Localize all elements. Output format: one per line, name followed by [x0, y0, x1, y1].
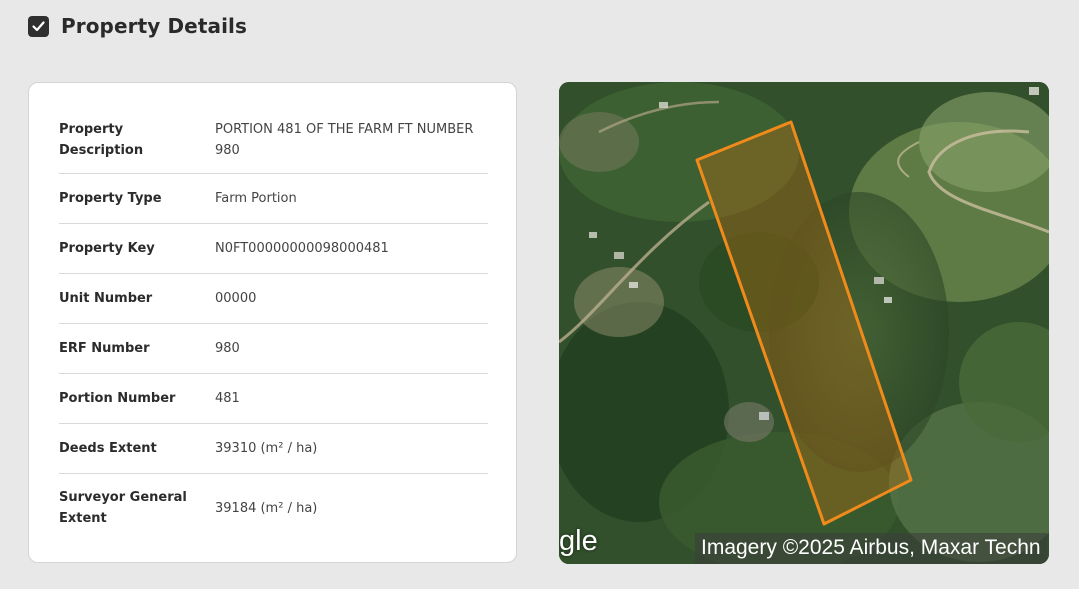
section-checkbox[interactable]: [28, 15, 49, 37]
detail-value: 00000: [215, 291, 257, 306]
detail-label: Property Description: [59, 121, 144, 158]
detail-label: Deeds Extent: [59, 441, 157, 456]
detail-label: Surveyor General Extent: [59, 490, 187, 526]
detail-value: 39184 (m² / ha): [215, 500, 318, 516]
detail-row-portion-number: Portion Number 481: [59, 374, 488, 424]
detail-label: Property Key: [59, 241, 155, 256]
detail-row-unit-number: Unit Number 00000: [59, 274, 488, 324]
detail-label: Portion Number: [59, 391, 176, 406]
detail-value: PORTION 481 OF THE FARM FT NUMBER 980: [215, 121, 474, 158]
detail-value: N0FT00000000098000481: [215, 241, 389, 256]
section-title: Property Details: [61, 14, 248, 38]
satellite-map[interactable]: gle Imagery ©2025 Airbus, Maxar Techn: [559, 82, 1049, 564]
detail-value: Farm Portion: [215, 191, 297, 206]
detail-value: 39310 (m² / ha): [215, 441, 318, 456]
check-icon: [32, 20, 45, 31]
detail-label: Unit Number: [59, 291, 153, 306]
property-details-card: Property Description PORTION 481 OF THE …: [28, 82, 517, 563]
detail-row-property-key: Property Key N0FT00000000098000481: [59, 224, 488, 274]
map-imagery: [559, 82, 1049, 564]
google-logo: gle: [559, 525, 598, 557]
detail-row-deeds-extent: Deeds Extent 39310 (m² / ha): [59, 424, 488, 474]
detail-row-property-description: Property Description PORTION 481 OF THE …: [59, 106, 488, 174]
detail-label: ERF Number: [59, 341, 150, 356]
detail-row-surveyor-general-extent: Surveyor General Extent 39184 (m² / ha): [59, 474, 488, 542]
detail-value: 980: [215, 341, 240, 356]
section-header: Property Details: [28, 14, 247, 38]
map-attribution: Imagery ©2025 Airbus, Maxar Techn: [695, 533, 1047, 564]
detail-row-property-type: Property Type Farm Portion: [59, 174, 488, 224]
detail-row-erf-number: ERF Number 980: [59, 324, 488, 374]
detail-value: 481: [215, 391, 240, 406]
detail-label: Property Type: [59, 191, 162, 206]
